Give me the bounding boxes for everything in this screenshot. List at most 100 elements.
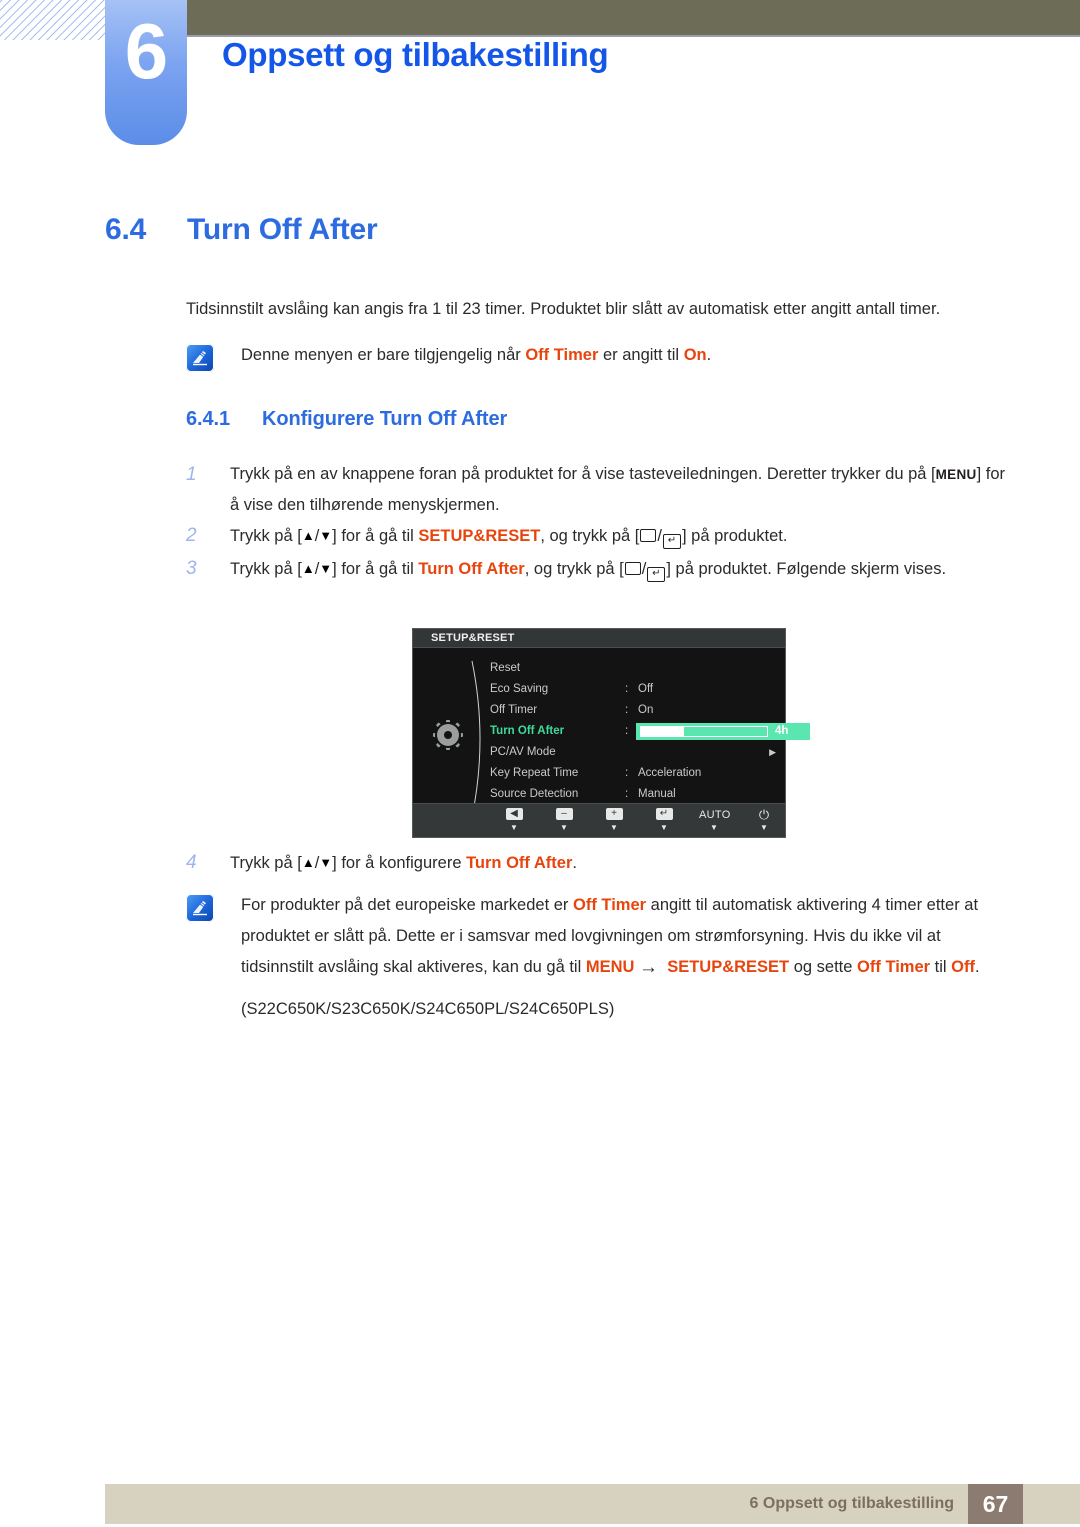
note-block-2: For produkter på det europeiske markedet… <box>186 890 1006 1025</box>
down-arrow-icon: ▼ <box>319 855 333 870</box>
step-2-part-3: , og trykk på [ <box>540 527 640 545</box>
osd-row-off-timer[interactable]: Off Timer : On <box>490 700 780 721</box>
step-number: 1 <box>186 464 197 485</box>
turn-off-after-slider[interactable]: 4h <box>636 723 810 740</box>
hatch-decoration <box>0 0 107 40</box>
osd-row-label: PC/AV Mode <box>490 746 556 758</box>
note-1-text-before: Denne menyen er bare tilgjengelig når <box>241 346 526 364</box>
chevron-right-icon: ▶ <box>769 747 776 757</box>
down-arrow-icon: ▼ <box>319 561 333 576</box>
step-2-part-2: ] for å gå til <box>332 527 419 545</box>
note-pen-icon <box>186 894 214 922</box>
plus-button[interactable]: + ▼ <box>599 808 629 832</box>
note-2-emphasis-off-timer: Off Timer <box>573 896 647 914</box>
slider-track <box>640 726 768 737</box>
osd-row-key-repeat-time[interactable]: Key Repeat Time : Acceleration <box>490 763 780 784</box>
osd-row-label: Off Timer <box>490 704 538 716</box>
step-3-part-4: ] på produktet. Følgende skjerm vises. <box>666 560 947 578</box>
step-text: Trykk på en av knappene foran på produkt… <box>230 459 1006 521</box>
osd-row-turn-off-after[interactable]: Turn Off After : 4h <box>490 721 810 742</box>
power-button[interactable]: ⏻ ▼ <box>749 808 779 833</box>
enter-button-sub: ▼ <box>660 823 668 832</box>
note-1-text-middle: er angitt til <box>598 346 684 364</box>
minus-button[interactable]: – ▼ <box>549 808 579 832</box>
note-pen-icon-glyph <box>193 901 207 916</box>
note-1-text-after: . <box>706 346 712 364</box>
plus-icon: + <box>599 808 629 822</box>
olive-header-bar <box>186 0 1080 35</box>
note-1-emphasis-on: On <box>683 346 707 364</box>
enter-icon-glyph: ↵ <box>655 808 673 821</box>
minus-icon: – <box>549 808 579 822</box>
step-text: Trykk på [▲/▼] for å gå til SETUP&RESET,… <box>230 520 1006 552</box>
osd-row-reset[interactable]: Reset <box>490 658 780 679</box>
step-number: 2 <box>186 525 197 546</box>
osd-row-pc-av-mode[interactable]: PC/AV Mode ▶ <box>490 742 780 763</box>
auto-button[interactable]: AUTO ▼ <box>699 808 731 832</box>
osd-row-eco-saving[interactable]: Eco Saving : Off <box>490 679 780 700</box>
page-footer: 6 Oppsett og tilbakestilling 67 <box>105 1484 1080 1524</box>
step-2-part-1: Trykk på [ <box>230 527 302 545</box>
up-arrow-icon: ▲ <box>301 855 315 870</box>
osd-row-value: Manual <box>638 788 676 800</box>
auto-label: AUTO <box>699 809 731 821</box>
plus-button-sub: ▼ <box>610 823 618 832</box>
enter-button[interactable]: ↵ ▼ <box>649 808 679 832</box>
note-pen-icon-glyph <box>193 351 207 366</box>
note-2-part-4: til <box>930 958 952 976</box>
enter-icon: ↵ <box>649 808 679 822</box>
subsection-number: 6.4.1 <box>186 408 230 430</box>
osd-row-colon: : <box>625 704 629 716</box>
page-number: 67 <box>968 1484 1023 1524</box>
osd-row-colon: : <box>625 683 629 695</box>
osd-row-label: Source Detection <box>490 788 579 800</box>
step-3-part-1: Trykk på [ <box>230 560 302 578</box>
page-header: 6 Oppsett og tilbakestilling <box>0 0 1080 175</box>
down-arrow-icon: ▼ <box>319 528 333 543</box>
power-button-sub: ▼ <box>760 823 768 832</box>
osd-row-label: Key Repeat Time <box>490 767 579 779</box>
note-2-emphasis-off-timer-2: Off Timer <box>857 958 931 976</box>
step-number: 4 <box>186 852 197 873</box>
back-button[interactable]: ◀ ▼ <box>499 808 529 832</box>
osd-row-colon: : <box>625 788 629 800</box>
section-title-text: Turn Off After <box>187 213 378 246</box>
note-1-body: Denne menyen er bare tilgjengelig når Of… <box>241 340 1006 371</box>
note-1-emphasis-off-timer: Off Timer <box>525 346 599 364</box>
osd-row-source-detection[interactable]: Source Detection : Manual <box>490 784 780 805</box>
up-arrow-icon: ▲ <box>301 528 315 543</box>
step-2-part-4: ] på produktet. <box>681 527 788 545</box>
intro-paragraph: Tidsinnstilt avslåing kan angis fra 1 ti… <box>186 300 941 318</box>
step-4-part-3: . <box>572 854 577 872</box>
step-3-part-2: ] for å gå til <box>332 560 419 578</box>
plus-icon-glyph: + <box>605 808 623 821</box>
step-item: 4 Trykk på [▲/▼] for å konfigurere Turn … <box>186 847 1006 879</box>
minus-icon-glyph: – <box>555 808 573 821</box>
subsection-title-text: Konfigurere Turn Off After <box>262 408 508 430</box>
osd-row-value: Off <box>638 683 654 695</box>
note-block-1: Denne menyen er bare tilgjengelig når Of… <box>186 340 1006 372</box>
step-1-part-1: Trykk på en av knappene foran på produkt… <box>230 465 936 483</box>
source-key-icon <box>640 529 657 542</box>
slider-fill <box>641 727 684 736</box>
section-number: 6.4 <box>105 213 147 246</box>
minus-button-sub: ▼ <box>560 823 568 832</box>
osd-screenshot: SETUP&RESET Reset Eco Saving : Off Off T… <box>412 628 810 838</box>
step-3-emphasis: Turn Off After <box>418 560 525 578</box>
step-text: Trykk på [▲/▼] for å konfigurere Turn Of… <box>230 847 1006 879</box>
section-heading: 6.4 Turn Off After <box>105 213 378 247</box>
enter-key-icon: ↵ <box>647 567 666 582</box>
right-arrow-icon: → <box>639 957 659 978</box>
step-number: 3 <box>186 558 197 579</box>
step-item: 1 Trykk på en av knappene foran på produ… <box>186 459 1006 521</box>
source-key-icon <box>624 562 641 575</box>
note-2-emphasis-setupreset: SETUP&RESET <box>667 958 790 976</box>
step-item: 3 Trykk på [▲/▼] for å gå til Turn Off A… <box>186 553 1006 585</box>
gear-icon-body <box>437 724 459 746</box>
osd-row-value: Acceleration <box>638 767 702 779</box>
enter-key-icon: ↵ <box>662 534 681 549</box>
osd-button-group: ◀ ▼ – ▼ + ▼ ↵ ▼ AUTO ▼ ⏻ ▼ <box>499 808 779 832</box>
step-2-emphasis: SETUP&RESET <box>418 527 541 545</box>
step-4-part-1: Trykk på [ <box>230 854 302 872</box>
slider-value-label: 4h <box>775 725 789 737</box>
